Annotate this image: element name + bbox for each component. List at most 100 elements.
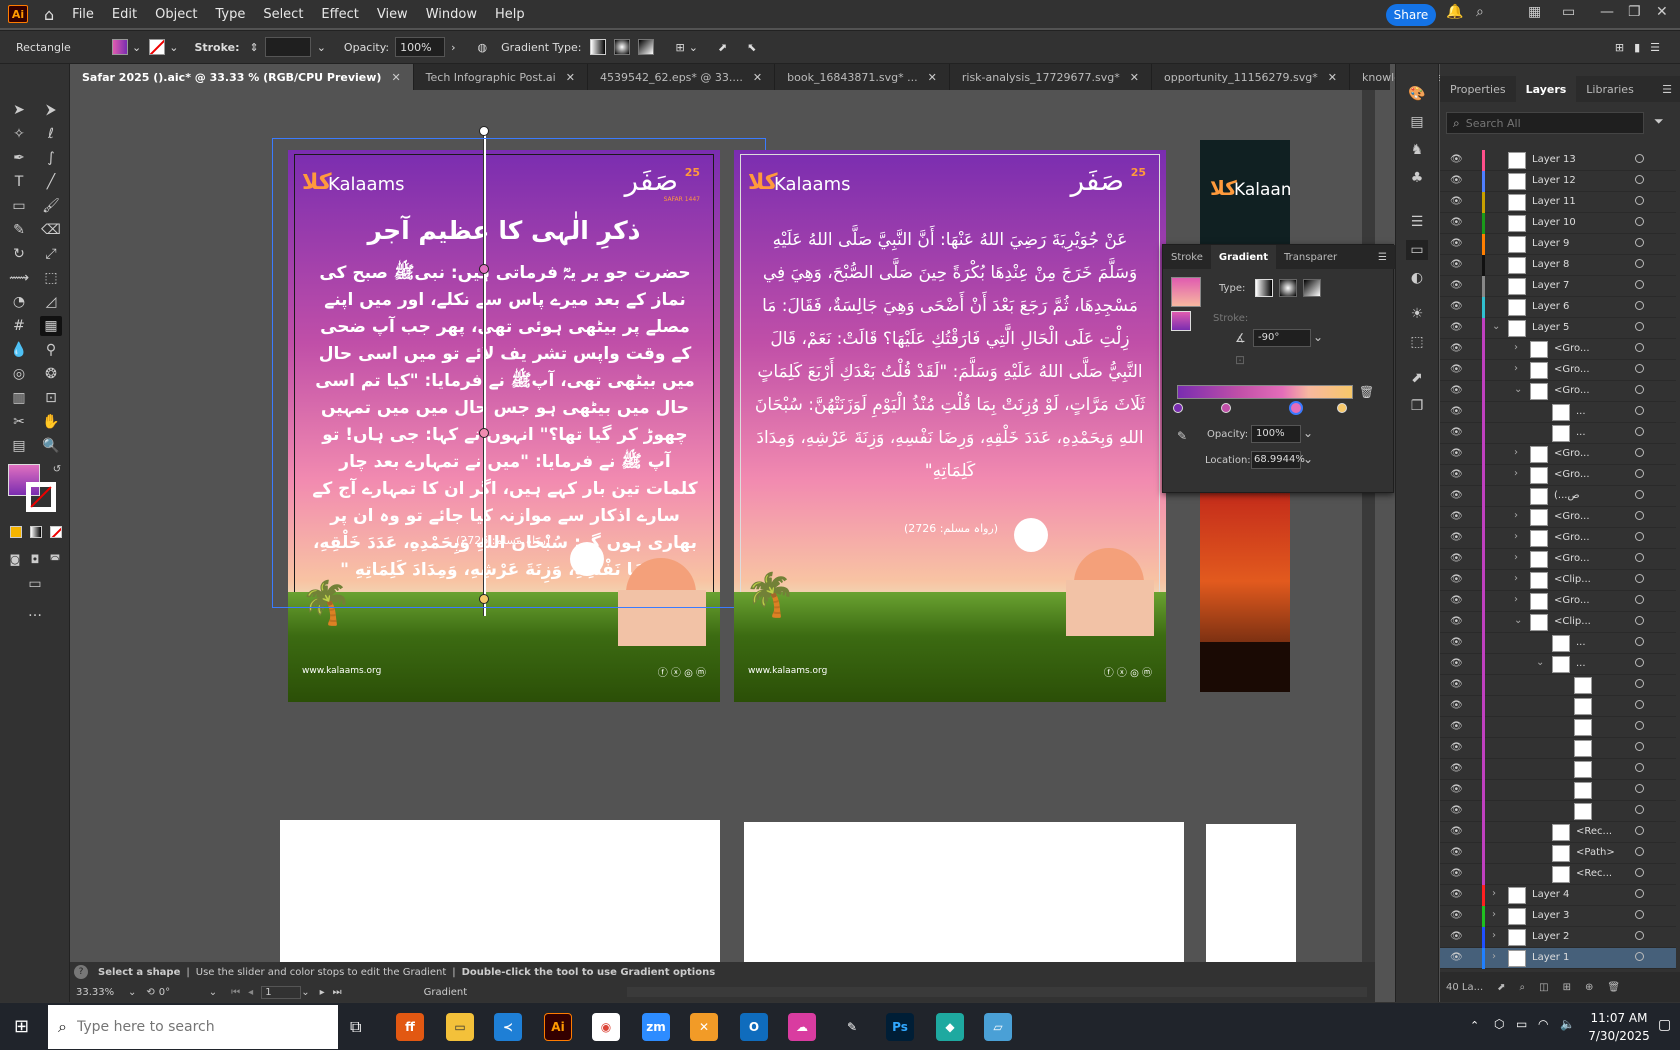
- visibility-eye-icon[interactable]: 👁: [1450, 301, 1463, 312]
- eyedropper-icon[interactable]: ✎: [1177, 429, 1187, 443]
- chevron-down-icon[interactable]: ⌄: [1492, 321, 1500, 332]
- visibility-eye-icon[interactable]: 👁: [1450, 658, 1463, 669]
- layer-row[interactable]: 👁 <Path>: [1440, 843, 1676, 864]
- fill-stroke-swatch[interactable]: [1171, 311, 1191, 331]
- gradient-origin-handle[interactable]: [479, 126, 489, 136]
- draw-normal-icon[interactable]: ◙: [4, 550, 26, 570]
- layer-row[interactable]: 👁...: [1440, 423, 1676, 444]
- filter-icon[interactable]: ⏷: [1654, 114, 1664, 129]
- gradient-stop[interactable]: [1173, 403, 1183, 413]
- next-artboard-icon[interactable]: ▸: [320, 987, 325, 998]
- last-artboard-icon[interactable]: ⏭: [333, 987, 342, 998]
- layer-row[interactable]: 👁 › Layer 2: [1440, 927, 1676, 948]
- chevron-down-icon[interactable]: ⌄: [301, 987, 309, 998]
- chevron-right-icon[interactable]: ›: [1514, 552, 1518, 563]
- target-icon[interactable]: [1635, 574, 1644, 583]
- fill-swatch[interactable]: [112, 39, 128, 55]
- artboard-empty-3[interactable]: [1206, 824, 1296, 962]
- color-mode-button[interactable]: [10, 526, 22, 538]
- target-icon[interactable]: [1635, 301, 1644, 310]
- visibility-eye-icon[interactable]: 👁: [1450, 616, 1463, 627]
- visibility-eye-icon[interactable]: 👁: [1450, 763, 1463, 774]
- vertical-scrollbar[interactable]: [1362, 90, 1375, 962]
- swap-colors-icon[interactable]: ↺: [46, 460, 68, 480]
- zoom-level[interactable]: 33.33%: [76, 987, 126, 998]
- selection-tool-icon[interactable]: ➤: [8, 100, 30, 120]
- type-tool-icon[interactable]: T: [8, 172, 30, 192]
- layers-search-input[interactable]: [1465, 116, 1626, 130]
- layer-row[interactable]: 👁 ⌄ <Clip...: [1440, 612, 1676, 633]
- layer-row[interactable]: 👁...: [1440, 402, 1676, 423]
- visibility-eye-icon[interactable]: 👁: [1450, 742, 1463, 753]
- mesh-tool-icon[interactable]: #: [8, 316, 30, 336]
- chevron-down-icon[interactable]: ⌄: [1514, 384, 1522, 395]
- stop-location-input[interactable]: 68.9944%: [1251, 451, 1305, 469]
- tab-transparency[interactable]: Transparer: [1276, 252, 1345, 263]
- layer-row[interactable]: 👁 (...ص: [1440, 486, 1676, 507]
- outlook-icon[interactable]: O: [740, 1013, 768, 1041]
- bell-icon[interactable]: 🔔: [1446, 4, 1463, 20]
- search-icon[interactable]: ⌕: [1476, 4, 1484, 20]
- tab-properties[interactable]: Properties: [1440, 83, 1516, 96]
- visibility-eye-icon[interactable]: 👁: [1450, 259, 1463, 270]
- linear-gradient-button[interactable]: [1255, 279, 1273, 297]
- visibility-eye-icon[interactable]: 👁: [1450, 952, 1463, 963]
- visibility-eye-icon[interactable]: 👁: [1450, 364, 1463, 375]
- slice-tool-icon[interactable]: ✂: [8, 412, 30, 432]
- layer-row[interactable]: 👁 › Layer 4: [1440, 885, 1676, 906]
- panel-menu-icon[interactable]: ☰: [1378, 252, 1387, 263]
- menu-type[interactable]: Type: [215, 7, 245, 22]
- eraser-icon[interactable]: ⌫: [40, 220, 62, 240]
- measure-icon[interactable]: ⚲: [40, 340, 62, 360]
- visibility-eye-icon[interactable]: 👁: [1450, 280, 1463, 291]
- close-icon[interactable]: ✕: [1130, 71, 1139, 84]
- club-icon[interactable]: ♣: [1406, 168, 1428, 188]
- gradient-slider[interactable]: [1177, 385, 1353, 399]
- linear-gradient-button[interactable]: [589, 39, 606, 55]
- pen-app-icon[interactable]: ✎: [838, 1013, 866, 1041]
- visibility-eye-icon[interactable]: 👁: [1450, 637, 1463, 648]
- target-icon[interactable]: [1635, 364, 1644, 373]
- chevron-down-icon[interactable]: ⌄: [209, 987, 217, 998]
- tab-opportunity[interactable]: opportunity_11156279.svg* ✕: [1152, 64, 1350, 90]
- target-icon[interactable]: [1635, 469, 1644, 478]
- target-icon[interactable]: [1635, 805, 1644, 814]
- file-explorer-icon[interactable]: ▭: [446, 1013, 474, 1041]
- paintbrush-icon[interactable]: 🖌: [40, 196, 62, 216]
- delete-stop-icon[interactable]: 🗑: [1359, 385, 1374, 399]
- gradient-annotator-line[interactable]: [483, 130, 486, 616]
- prev-artboard-icon[interactable]: ◂: [248, 987, 253, 998]
- firefox-icon[interactable]: ff: [396, 1013, 424, 1041]
- chevron-down-icon[interactable]: ⌄: [132, 41, 141, 54]
- taskbar-search-input[interactable]: [76, 1019, 277, 1035]
- layer-row[interactable]: 👁 Layer 9: [1440, 234, 1676, 255]
- target-icon[interactable]: [1635, 931, 1644, 940]
- visibility-eye-icon[interactable]: 👁: [1450, 700, 1463, 711]
- target-icon[interactable]: [1635, 952, 1644, 961]
- stepper-icon[interactable]: ⇕: [249, 41, 258, 54]
- target-icon[interactable]: [1635, 427, 1644, 436]
- visibility-eye-icon[interactable]: 👁: [1450, 847, 1463, 858]
- chevron-down-icon[interactable]: ⌄: [1514, 615, 1522, 626]
- target-icon[interactable]: [1635, 406, 1644, 415]
- visibility-eye-icon[interactable]: 👁: [1450, 784, 1463, 795]
- zoom-tool-icon[interactable]: 🔍: [40, 436, 62, 456]
- artboard-number-input[interactable]: 1: [261, 985, 302, 999]
- make-clipping-mask-icon[interactable]: ◫: [1539, 982, 1548, 993]
- target-icon[interactable]: [1635, 511, 1644, 520]
- lasso-icon[interactable]: ℓ: [40, 124, 62, 144]
- artboards-panel-icon[interactable]: ❐: [1406, 396, 1428, 416]
- app-icon[interactable]: ◆: [936, 1013, 964, 1041]
- tab-risk-analysis[interactable]: risk-analysis_17729677.svg* ✕: [950, 64, 1152, 90]
- chevron-right-icon[interactable]: ›: [1492, 951, 1496, 962]
- puppet-icon[interactable]: ♞: [1406, 140, 1428, 160]
- chrome-icon[interactable]: ◉: [592, 1013, 620, 1041]
- transform-icon[interactable]: ⬈: [718, 41, 727, 54]
- layer-row[interactable]: 👁 Layer 8: [1440, 255, 1676, 276]
- shape-builder-icon[interactable]: ◔: [8, 292, 30, 312]
- target-icon[interactable]: [1635, 238, 1644, 247]
- visibility-eye-icon[interactable]: 👁: [1450, 175, 1463, 186]
- chevron-right-icon[interactable]: ›: [1514, 363, 1518, 374]
- visibility-eye-icon[interactable]: 👁: [1450, 931, 1463, 942]
- gradient-stop-handle[interactable]: [479, 264, 489, 274]
